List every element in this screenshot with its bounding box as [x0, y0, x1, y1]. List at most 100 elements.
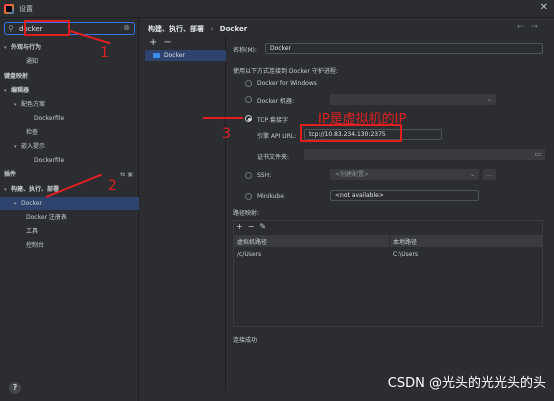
add-icon[interactable]: + [236, 222, 248, 231]
sidebar-item-label: 检查 [26, 129, 39, 136]
sidebar-item[interactable]: Dockerfile [0, 154, 139, 167]
mapping-header-row [233, 235, 543, 247]
list-toolbar: +− [149, 37, 178, 48]
column-vm-path[interactable]: 虚拟机路径 [237, 237, 267, 246]
chevron-down-icon[interactable]: ▾ [4, 42, 11, 55]
back-arrow-icon[interactable]: ← [517, 22, 531, 32]
name-label: 名称(M): [233, 47, 257, 54]
sidebar-item[interactable]: ▾ 外观与行为 [0, 41, 139, 54]
docker-list-panel [145, 36, 226, 391]
cert-folder-input[interactable]: ▭ [304, 149, 545, 160]
close-icon[interactable]: ✕ [540, 2, 548, 13]
breadcrumb: 构建、执行、部署 › Docker [148, 24, 247, 34]
annotation-number-2: 2 [108, 178, 117, 194]
mapping-toolbar: +−✎ [236, 222, 271, 231]
mapping-vm-cell[interactable]: /c/Users [237, 251, 261, 258]
annotation-number-1: 1 [100, 45, 109, 61]
path-mappings-label: 路径映射: [233, 210, 260, 217]
docker-icon [153, 53, 160, 58]
sidebar-item-label: 构建、执行、部署 [11, 186, 60, 193]
plugin-status-icon: ⇆ ▣ [120, 171, 133, 178]
tcp-socket-label: TCP 套接字 [257, 117, 289, 124]
sidebar-item-label: 嵌入提示 [21, 143, 46, 150]
annotation-box-search [24, 20, 70, 36]
sidebar-item[interactable]: 通知 [0, 55, 139, 68]
sidebar-item-label: Dockerfile [34, 157, 65, 164]
radio-minikube[interactable] [245, 193, 252, 200]
radio-docker-machine[interactable] [245, 96, 252, 103]
sidebar-item[interactable]: 插件 ⇆ ▣ [0, 168, 139, 181]
help-icon[interactable]: ? [9, 382, 21, 394]
column-local-path[interactable]: 本地路径 [393, 237, 417, 246]
sidebar-item[interactable]: ▾ 构建、执行、部署 [0, 183, 139, 196]
ssh-label: SSH: [257, 172, 272, 179]
sidebar-item[interactable]: 检查 [0, 126, 139, 139]
sidebar-item-label: 配色方案 [21, 101, 46, 108]
sidebar-item[interactable]: 键盘映射 [0, 70, 139, 83]
title-bar [0, 0, 554, 18]
breadcrumb-current: Docker [219, 25, 248, 33]
sidebar-item[interactable]: ▾ 嵌入提示 [0, 140, 139, 153]
chevron-down-icon[interactable]: ▾ [14, 198, 21, 211]
sidebar-item[interactable]: ▾ Docker [0, 197, 139, 210]
annotation-number-3: 3 [222, 126, 231, 142]
ssh-placeholder: <创建配置> [335, 171, 370, 178]
remove-icon[interactable]: − [163, 37, 177, 48]
radio-docker-windows[interactable] [245, 80, 252, 87]
connection-status: 连接成功 [233, 337, 258, 344]
minikube-label: Minikube [257, 193, 284, 200]
chevron-down-icon[interactable]: ▾ [14, 99, 21, 112]
column-divider [389, 235, 390, 247]
ssh-config-select[interactable]: <创建配置> ⌄ [330, 169, 479, 180]
radio-tcp-socket[interactable] [245, 115, 252, 122]
sidebar-item-label: Docker 注册表 [26, 214, 67, 221]
sidebar-item[interactable]: Docker 注册表 [0, 211, 139, 224]
chevron-down-icon: ⌄ [486, 96, 492, 103]
minikube-value: <not available> [330, 190, 479, 201]
edit-icon[interactable]: ✎ [259, 222, 271, 231]
sidebar-item-label: 插件 [4, 171, 17, 178]
radio-ssh[interactable] [245, 172, 252, 179]
chevron-down-icon: ⌄ [469, 171, 475, 178]
sidebar-item-label: Dockerfile [34, 115, 65, 122]
mapping-local-cell[interactable]: C:\Users [393, 251, 418, 258]
docker-list-item-label: Docker [164, 52, 186, 59]
docker-windows-label: Docker for Windows [257, 80, 317, 87]
watermark: CSDN @光头的光光头的头 [387, 376, 546, 391]
sidebar-item[interactable]: 工具 [0, 225, 139, 238]
sidebar-item-label: Docker [21, 200, 43, 207]
sidebar-item-label: 键盘映射 [4, 73, 29, 80]
window-title: 设置 [19, 5, 33, 13]
remove-icon[interactable]: − [248, 222, 260, 231]
add-icon[interactable]: + [149, 37, 163, 48]
sidebar-item[interactable]: ▾ 编辑器 [0, 84, 139, 97]
sidebar-item-label: 通知 [26, 58, 39, 65]
chevron-down-icon[interactable]: ▾ [14, 141, 21, 154]
breadcrumb-separator: › [210, 25, 214, 33]
chevron-down-icon[interactable]: ▾ [4, 184, 11, 197]
api-url-label: 引擎 API URL: [257, 133, 297, 140]
cert-folder-label: 证书文件夹: [257, 154, 290, 161]
nav-arrows: ←→ [517, 22, 544, 32]
sidebar-item[interactable]: Dockerfile [0, 112, 139, 125]
sidebar-item-label: 外观与行为 [11, 44, 42, 51]
annotation-box-url [300, 124, 402, 142]
app-icon [4, 4, 14, 14]
annotation-arrow-3 [203, 117, 243, 119]
ssh-more-button[interactable]: ... [483, 169, 496, 180]
search-icon: ⚲ [8, 24, 14, 33]
docker-machine-label: Docker 机器: [257, 98, 294, 105]
docker-list-item[interactable]: Docker [145, 50, 226, 61]
sidebar-item-label: 工具 [26, 228, 39, 235]
folder-icon[interactable]: ▭ [534, 150, 541, 159]
clear-icon[interactable]: ⊗ [123, 23, 130, 32]
sidebar-item[interactable]: 控制台 [0, 239, 139, 252]
docker-machine-select[interactable]: ⌄ [330, 94, 496, 105]
sidebar-item[interactable]: ▾ 配色方案 [0, 98, 139, 111]
name-input[interactable] [265, 43, 543, 54]
sidebar-item-label: 控制台 [26, 242, 45, 249]
breadcrumb-parent: 构建、执行、部署 [148, 25, 204, 33]
connect-label: 使用以下方式连接到 Docker 守护进程: [233, 68, 338, 75]
forward-arrow-icon[interactable]: → [530, 22, 544, 32]
chevron-down-icon[interactable]: ▾ [4, 85, 11, 98]
